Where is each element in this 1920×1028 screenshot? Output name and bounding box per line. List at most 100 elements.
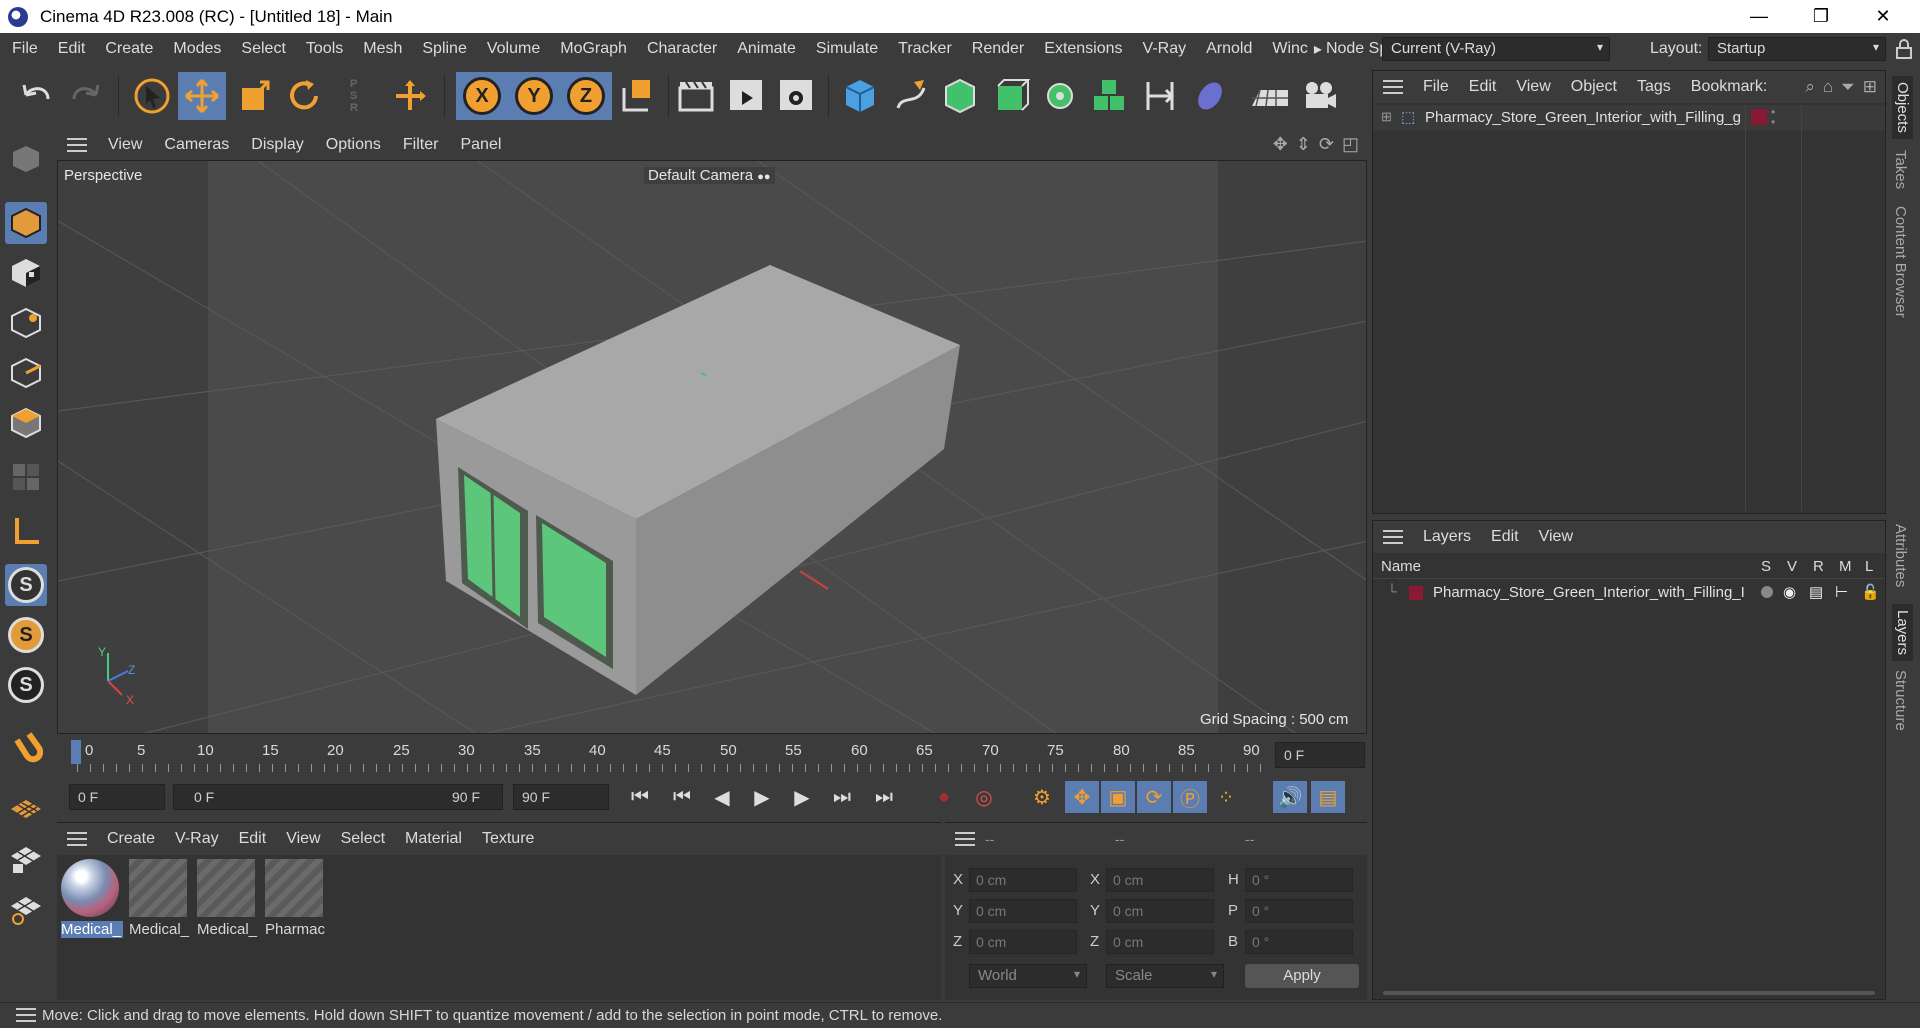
scale-tool-icon[interactable] <box>230 72 278 120</box>
transform-tool-icon[interactable] <box>386 72 434 120</box>
objects-menu-icon[interactable] <box>1383 80 1403 94</box>
mat-menu-select[interactable]: Select <box>331 830 395 848</box>
tab-objects[interactable]: Objects <box>1892 76 1913 139</box>
locked-workplane-icon[interactable] <box>5 838 47 880</box>
dolly-view-icon[interactable]: ⇕ <box>1296 134 1311 155</box>
object-name[interactable]: Pharmacy_Store_Green_Interior_with_Filli… <box>1425 109 1741 126</box>
layer-menu-edit[interactable]: Edit <box>1481 528 1529 546</box>
key-rotation-icon[interactable]: ⟳ <box>1137 781 1171 813</box>
layers-menu-icon[interactable] <box>1383 530 1403 544</box>
obj-menu-file[interactable]: File <box>1413 78 1459 96</box>
pen-spline-icon[interactable] <box>886 72 934 120</box>
tab-structure[interactable]: Structure <box>1892 670 1909 731</box>
menu-window[interactable]: Winc <box>1262 40 1310 58</box>
x-axis-toggle-icon[interactable]: X <box>456 72 508 120</box>
tab-takes[interactable]: Takes <box>1892 150 1909 189</box>
obj-menu-view[interactable]: View <box>1506 78 1560 96</box>
pan-view-icon[interactable]: ✥ <box>1273 134 1288 155</box>
coord-scale-dropdown[interactable]: Scale ▾ <box>1106 964 1224 988</box>
object-row[interactable]: ⊞ ⬚ Pharmacy_Store_Green_Interior_with_F… <box>1373 105 1885 131</box>
mat-menu-view[interactable]: View <box>276 830 330 848</box>
apply-button[interactable]: Apply <box>1245 964 1359 988</box>
move-tool-icon[interactable] <box>178 72 226 120</box>
obj-menu-edit[interactable]: Edit <box>1459 78 1507 96</box>
key-position-icon[interactable]: ✥ <box>1065 781 1099 813</box>
menu-mesh[interactable]: Mesh <box>353 40 412 58</box>
extrude-icon[interactable] <box>986 72 1034 120</box>
tab-content-browser[interactable]: Content Browser <box>1892 206 1909 318</box>
workplane-icon[interactable] <box>5 788 47 830</box>
mat-menu-texture[interactable]: Texture <box>472 830 544 848</box>
menu-character[interactable]: Character <box>637 40 727 58</box>
menu-animate[interactable]: Animate <box>727 40 806 58</box>
point-mode-icon[interactable] <box>5 302 47 344</box>
obj-menu-bookmarks[interactable]: Bookmark: <box>1681 78 1777 96</box>
position-y-field[interactable]: 0 cm <box>969 899 1077 923</box>
col-locked[interactable]: L <box>1865 558 1873 575</box>
next-frame-icon[interactable]: ▶ <box>785 781 819 813</box>
current-frame-field[interactable]: 0 F <box>1275 742 1365 768</box>
size-z-field[interactable]: 0 cm <box>1106 930 1214 954</box>
redo-icon[interactable] <box>62 72 110 120</box>
node-space-dropdown[interactable]: Current (V-Ray) ▾ <box>1382 37 1610 61</box>
key-pla-icon[interactable]: ⁘ <box>1209 781 1243 813</box>
goto-start-icon[interactable]: ⏮ <box>623 781 657 813</box>
magnet-icon[interactable] <box>5 726 47 768</box>
menu-tracker[interactable]: Tracker <box>888 40 962 58</box>
material-swatch[interactable]: Pharmac <box>265 859 327 941</box>
render-view-icon[interactable] <box>672 72 720 120</box>
edge-mode-icon[interactable] <box>5 352 47 394</box>
cube-icon[interactable] <box>836 72 884 120</box>
search-icon[interactable]: ⌕ <box>1805 77 1815 97</box>
col-name[interactable]: Name <box>1381 558 1421 575</box>
menu-select[interactable]: Select <box>231 40 295 58</box>
viewport-camera[interactable]: Default Camera ●● <box>644 167 775 184</box>
next-key-icon[interactable]: ⏭ <box>825 781 859 813</box>
coordinate-system-icon[interactable] <box>612 72 660 120</box>
layout-dropdown[interactable]: Startup ▾ <box>1708 37 1886 61</box>
close-button[interactable]: ✕ <box>1852 0 1914 33</box>
floor-icon[interactable] <box>1246 72 1294 120</box>
sound-icon[interactable]: 🔊 <box>1273 781 1307 813</box>
position-z-field[interactable]: 0 cm <box>969 930 1077 954</box>
menu-vray[interactable]: V-Ray <box>1133 40 1197 58</box>
obj-menu-tags[interactable]: Tags <box>1627 78 1681 96</box>
horizontal-scrollbar[interactable] <box>1383 991 1875 995</box>
new-window-icon[interactable]: ⊞ <box>1863 77 1877 97</box>
col-render[interactable]: R <box>1813 558 1824 575</box>
texture-mode-icon[interactable] <box>5 252 47 294</box>
z-axis-toggle-icon[interactable]: Z <box>560 72 612 120</box>
coord-mode-dropdown[interactable]: World ▾ <box>969 964 1087 988</box>
render-clapper-icon[interactable]: ▤ <box>1809 583 1823 601</box>
mat-menu-create[interactable]: Create <box>97 830 165 848</box>
prev-frame-icon[interactable]: ◀ <box>705 781 739 813</box>
menu-modes[interactable]: Modes <box>163 40 231 58</box>
maximize-button[interactable]: ❐ <box>1790 0 1852 33</box>
start-frame-field[interactable]: 0 F <box>69 784 165 810</box>
vp-menu-filter[interactable]: Filter <box>392 136 450 154</box>
menu-file[interactable]: File <box>0 40 48 58</box>
menu-create[interactable]: Create <box>95 40 163 58</box>
col-manager[interactable]: M <box>1839 558 1852 575</box>
autokey-icon[interactable]: ◎ <box>967 781 1001 813</box>
snap-orange-icon[interactable]: S <box>5 614 47 656</box>
size-y-field[interactable]: 0 cm <box>1106 899 1214 923</box>
size-x-field[interactable]: 0 cm <box>1106 868 1214 892</box>
render-settings-icon[interactable] <box>772 72 820 120</box>
coordinates-menu-icon[interactable] <box>955 832 975 846</box>
menu-arnold[interactable]: Arnold <box>1196 40 1262 58</box>
position-x-field[interactable]: 0 cm <box>969 868 1077 892</box>
tab-attributes[interactable]: Attributes <box>1892 524 1909 587</box>
layer-color-tag[interactable] <box>1751 109 1767 125</box>
vp-menu-view[interactable]: View <box>97 136 153 154</box>
camera-icon[interactable] <box>1296 72 1344 120</box>
tab-layers[interactable]: Layers <box>1892 604 1913 662</box>
material-swatch[interactable]: Medical_ <box>129 859 191 941</box>
menu-edit[interactable]: Edit <box>48 40 96 58</box>
layout-lock-icon[interactable] <box>1894 38 1914 60</box>
undo-icon[interactable] <box>12 72 60 120</box>
playhead[interactable] <box>71 740 81 764</box>
keyframe-selection-icon[interactable]: ⚙ <box>1025 781 1059 813</box>
deformer-icon[interactable] <box>1136 72 1184 120</box>
menu-extensions[interactable]: Extensions <box>1034 40 1132 58</box>
